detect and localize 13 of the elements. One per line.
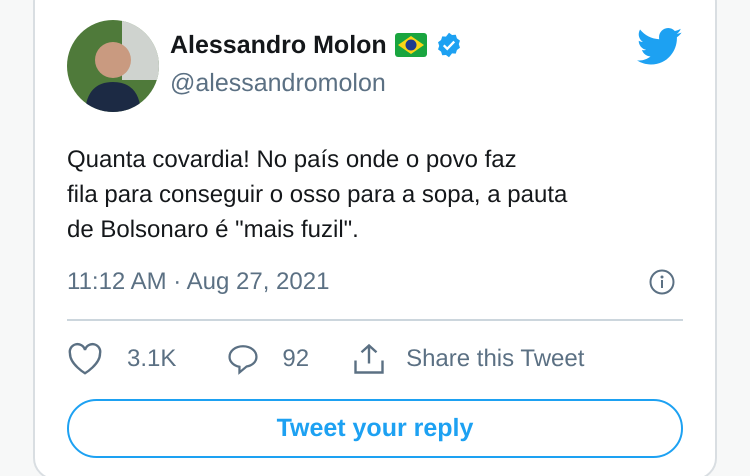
- like-count: 3.1K: [127, 344, 176, 374]
- author-name[interactable]: Alessandro Molon: [170, 30, 387, 60]
- user-handle[interactable]: @alessandromolon: [170, 68, 463, 98]
- tweet-timestamp[interactable]: 11:12 AM · Aug 27, 2021: [67, 267, 330, 297]
- share-label[interactable]: Share this Tweet: [406, 341, 584, 377]
- info-icon[interactable]: [649, 269, 675, 295]
- bird-logo-icon: [637, 28, 683, 66]
- heart-icon[interactable]: [67, 342, 103, 376]
- speech-bubble-icon[interactable]: [226, 342, 260, 376]
- reply-button[interactable]: Tweet your reply: [67, 399, 683, 458]
- reply-count: 92: [282, 344, 310, 374]
- flag-icon: [394, 33, 427, 57]
- tweet-text: Quanta covardia! No país onde o povo faz fila para conseguir o osso para a sopa, a pauta de Bolsonaro é "mais fuzil".: [67, 145, 568, 245]
